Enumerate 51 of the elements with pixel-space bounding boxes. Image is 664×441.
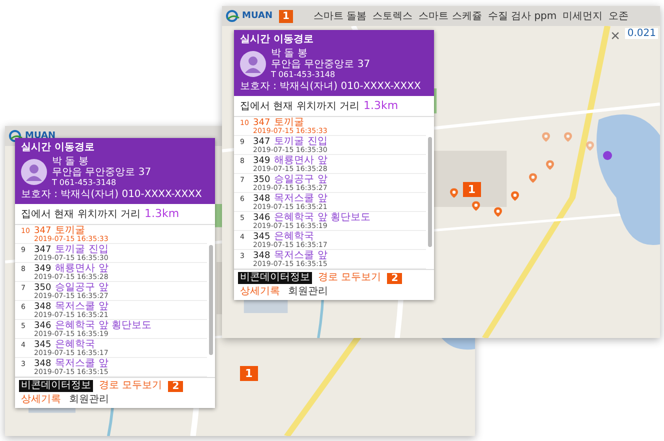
ozone-value: 0.021 [625, 28, 658, 39]
header-menu-item[interactable]: 스마트 돌봄 [313, 9, 367, 23]
location-marker-icon[interactable] [603, 150, 612, 160]
person-phone: T 061-453-3148 [271, 70, 336, 79]
route-marker-icon[interactable] [472, 200, 480, 211]
footer-button[interactable]: 비콘데이터정보 [238, 272, 312, 284]
route-marker-icon[interactable] [528, 172, 537, 183]
route-marker-icon[interactable] [511, 191, 520, 202]
header-menu-item[interactable]: 오존 [608, 9, 629, 23]
distance-label: 집에서 현재 위치까지 거리 [21, 208, 141, 221]
person-address: 무안읍 무안중앙로 37 [271, 59, 370, 70]
number-badge: 1 [240, 366, 258, 382]
route-marker-icon[interactable] [586, 141, 594, 152]
avatar-icon [21, 158, 47, 184]
avatar-icon [240, 50, 266, 76]
route-marker-icon[interactable] [546, 160, 554, 170]
footer-button[interactable]: 회원관리 [286, 286, 330, 298]
logo-icon [9, 130, 23, 142]
header-menu-item[interactable]: 수질 검사 ppm [488, 9, 557, 23]
footer-button[interactable]: 비콘데이터정보 [19, 380, 93, 392]
scrollbar[interactable] [428, 137, 432, 247]
distance-label: 집에서 현재 위치까지 거리 [240, 100, 360, 113]
route-marker-icon[interactable] [494, 206, 502, 217]
route-marker-icon[interactable] [450, 188, 458, 198]
person-name: 박 돌 봉 [52, 156, 88, 167]
logo-icon [226, 10, 240, 22]
guardian-info: 보호자 : 박재식(자녀) 010-XXXX-XXXX [240, 81, 422, 92]
number-badge: 2 [168, 380, 184, 392]
person-address: 무안읍 무안중앙로 37 [52, 167, 152, 178]
route-marker-icon[interactable] [542, 132, 550, 142]
distance-value: 1.3km [364, 99, 398, 112]
footer-button[interactable]: 경로 모두보기 [316, 272, 384, 284]
header-menu-item[interactable]: 스토렉스 [372, 9, 413, 23]
guardian-info: 보호자 : 박재식(자녀) 010-XXXX-XXXX [21, 189, 203, 200]
logo-text: MUAN [242, 11, 272, 21]
scrollbar[interactable] [209, 245, 213, 355]
route-marker-icon[interactable] [564, 132, 572, 142]
close-button[interactable]: × [610, 29, 620, 45]
footer-button[interactable]: 경로 모두보기 [97, 380, 164, 392]
logo-text: MUAN [25, 131, 56, 141]
distance-value: 1.3km [144, 207, 180, 220]
number-badge: 1 [278, 10, 294, 22]
person-name: 박 돌 봉 [271, 48, 308, 59]
number-badge: 1 [462, 182, 481, 197]
panel-title: 실시간 이동경로 [21, 142, 96, 154]
footer-button[interactable]: 회원관리 [67, 394, 111, 406]
number-badge: 2 [387, 272, 402, 284]
panel-title: 실시간 이동경로 [240, 34, 314, 46]
header-menu-item[interactable]: 미세먼지 [562, 9, 603, 23]
header-menu-item[interactable]: 스마트 스케쥴 [418, 9, 482, 23]
person-phone: T 061-453-3148 [52, 178, 116, 187]
